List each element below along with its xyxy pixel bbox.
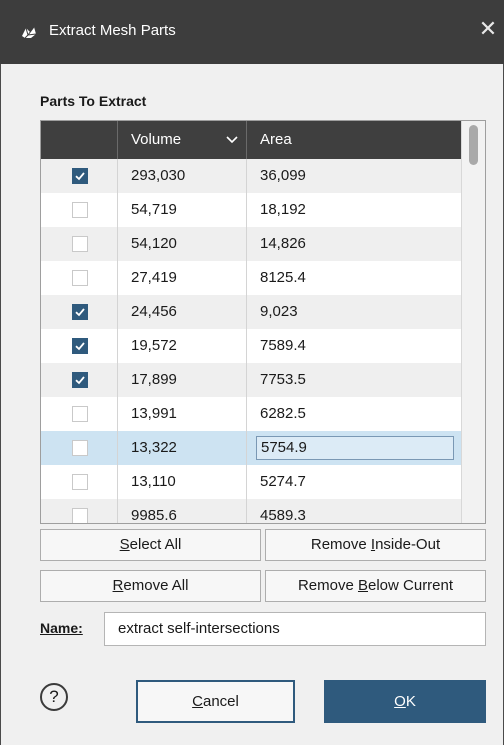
check-cell <box>41 329 118 363</box>
header-area[interactable]: Area <box>247 121 461 159</box>
cancel-button[interactable]: Cancel <box>136 680 295 723</box>
checkmark-icon <box>75 342 85 351</box>
row-checkbox[interactable] <box>72 440 88 456</box>
table-row[interactable]: 17,899 7753.5 <box>41 363 461 397</box>
checkmark-icon <box>75 376 85 385</box>
table-row[interactable]: 19,572 7589.4 <box>41 329 461 363</box>
remove-all-post: emove All <box>123 577 189 594</box>
area-cell[interactable]: 5754.9 <box>247 431 461 465</box>
check-cell <box>41 499 118 523</box>
checkmark-icon <box>75 172 85 181</box>
check-cell <box>41 397 118 431</box>
ok-key: O <box>394 693 406 710</box>
scrollbar-thumb[interactable] <box>469 125 478 165</box>
volume-cell: 13,110 <box>118 465 247 499</box>
checkmark-icon <box>75 308 85 317</box>
table-scrollbar[interactable] <box>461 121 485 523</box>
remove-below-current-button[interactable]: Remove Below Current <box>265 570 486 602</box>
close-icon[interactable]: ✕ <box>476 19 500 43</box>
table-row[interactable]: 13,322 5754.9 <box>41 431 461 465</box>
area-cell: 18,192 <box>260 201 306 218</box>
volume-cell: 13,991 <box>118 397 247 431</box>
check-cell <box>41 193 118 227</box>
area-cell: 5274.7 <box>260 473 306 490</box>
select-all-button[interactable]: Select All <box>40 529 261 561</box>
remove-all-button[interactable]: Remove All <box>40 570 261 602</box>
table-body: 293,030 36,099 54,719 18,192 54,120 14,826 27,… <box>41 159 461 524</box>
help-icon[interactable]: ? <box>40 683 68 711</box>
row-checkbox[interactable] <box>72 270 88 286</box>
row-checkbox[interactable] <box>72 372 88 388</box>
remove-below-current-pre: Remove <box>297 577 358 594</box>
area-cell: 9,023 <box>260 303 298 320</box>
remove-below-current-key: B <box>357 577 368 594</box>
check-cell <box>41 363 118 397</box>
area-cell: 14,826 <box>260 235 306 252</box>
remove-all-key: R <box>112 577 124 594</box>
select-all-post: elect All <box>129 536 182 553</box>
check-cell <box>41 159 118 193</box>
check-cell <box>41 295 118 329</box>
title-bar: Extract Mesh Parts ✕ <box>0 0 504 64</box>
area-cell: 6282.5 <box>260 405 306 422</box>
row-checkbox[interactable] <box>72 168 88 184</box>
row-checkbox[interactable] <box>72 474 88 490</box>
table-header: Volume Area <box>41 121 461 159</box>
ok-post: K <box>405 693 416 710</box>
parts-to-extract-label: Parts To Extract <box>40 93 147 109</box>
header-volume[interactable]: Volume <box>118 121 247 159</box>
remove-inside-out-pre: Remove <box>310 536 371 553</box>
volume-cell: 293,030 <box>118 159 247 193</box>
area-cell: 7589.4 <box>260 337 306 354</box>
row-checkbox[interactable] <box>72 202 88 218</box>
header-volume-label: Volume <box>131 131 182 148</box>
row-checkbox[interactable] <box>72 304 88 320</box>
table-row[interactable]: 13,991 6282.5 <box>41 397 461 431</box>
table-row[interactable]: 54,120 14,826 <box>41 227 461 261</box>
volume-cell: 17,899 <box>118 363 247 397</box>
area-cell: 8125.4 <box>260 269 306 286</box>
check-cell <box>41 431 118 465</box>
ok-button[interactable]: OK <box>324 680 486 723</box>
area-cell: 7753.5 <box>260 371 306 388</box>
cancel-key: C <box>192 693 203 710</box>
parts-table: Volume Area 293,030 36,099 54,719 18,192 54,… <box>40 120 486 524</box>
chevron-down-icon <box>226 136 238 144</box>
table-row[interactable]: 54,719 18,192 <box>41 193 461 227</box>
cancel-post: ancel <box>202 693 239 710</box>
remove-below-current-post: elow Current <box>368 577 454 594</box>
mesh-app-icon <box>22 26 37 39</box>
remove-inside-out-button[interactable]: Remove Inside-Out <box>265 529 486 561</box>
remove-inside-out-post: nside-Out <box>375 536 441 553</box>
volume-cell: 9985.6 <box>118 499 247 523</box>
volume-cell: 13,322 <box>118 431 247 465</box>
window-title: Extract Mesh Parts <box>49 22 176 39</box>
area-cell: 4589.3 <box>260 507 306 524</box>
row-checkbox[interactable] <box>72 508 88 523</box>
volume-cell: 19,572 <box>118 329 247 363</box>
name-field[interactable]: extract self-intersections <box>104 612 486 646</box>
table-row[interactable]: 13,110 5274.7 <box>41 465 461 499</box>
table-row[interactable]: 293,030 36,099 <box>41 159 461 193</box>
select-all-key: S <box>119 536 130 553</box>
row-checkbox[interactable] <box>72 338 88 354</box>
check-cell <box>41 261 118 295</box>
header-area-label: Area <box>260 131 292 148</box>
table-row[interactable]: 24,456 9,023 <box>41 295 461 329</box>
check-cell <box>41 465 118 499</box>
volume-cell: 24,456 <box>118 295 247 329</box>
area-cell: 36,099 <box>260 167 306 184</box>
volume-cell: 27,419 <box>118 261 247 295</box>
name-label: Name: <box>40 620 83 636</box>
table-row[interactable]: 9985.6 4589.3 <box>41 499 461 524</box>
area-edit-field[interactable]: 5754.9 <box>256 436 454 460</box>
row-checkbox[interactable] <box>72 236 88 252</box>
volume-cell: 54,719 <box>118 193 247 227</box>
header-check-column <box>41 121 118 159</box>
volume-cell: 54,120 <box>118 227 247 261</box>
check-cell <box>41 227 118 261</box>
table-row[interactable]: 27,419 8125.4 <box>41 261 461 295</box>
row-checkbox[interactable] <box>72 406 88 422</box>
